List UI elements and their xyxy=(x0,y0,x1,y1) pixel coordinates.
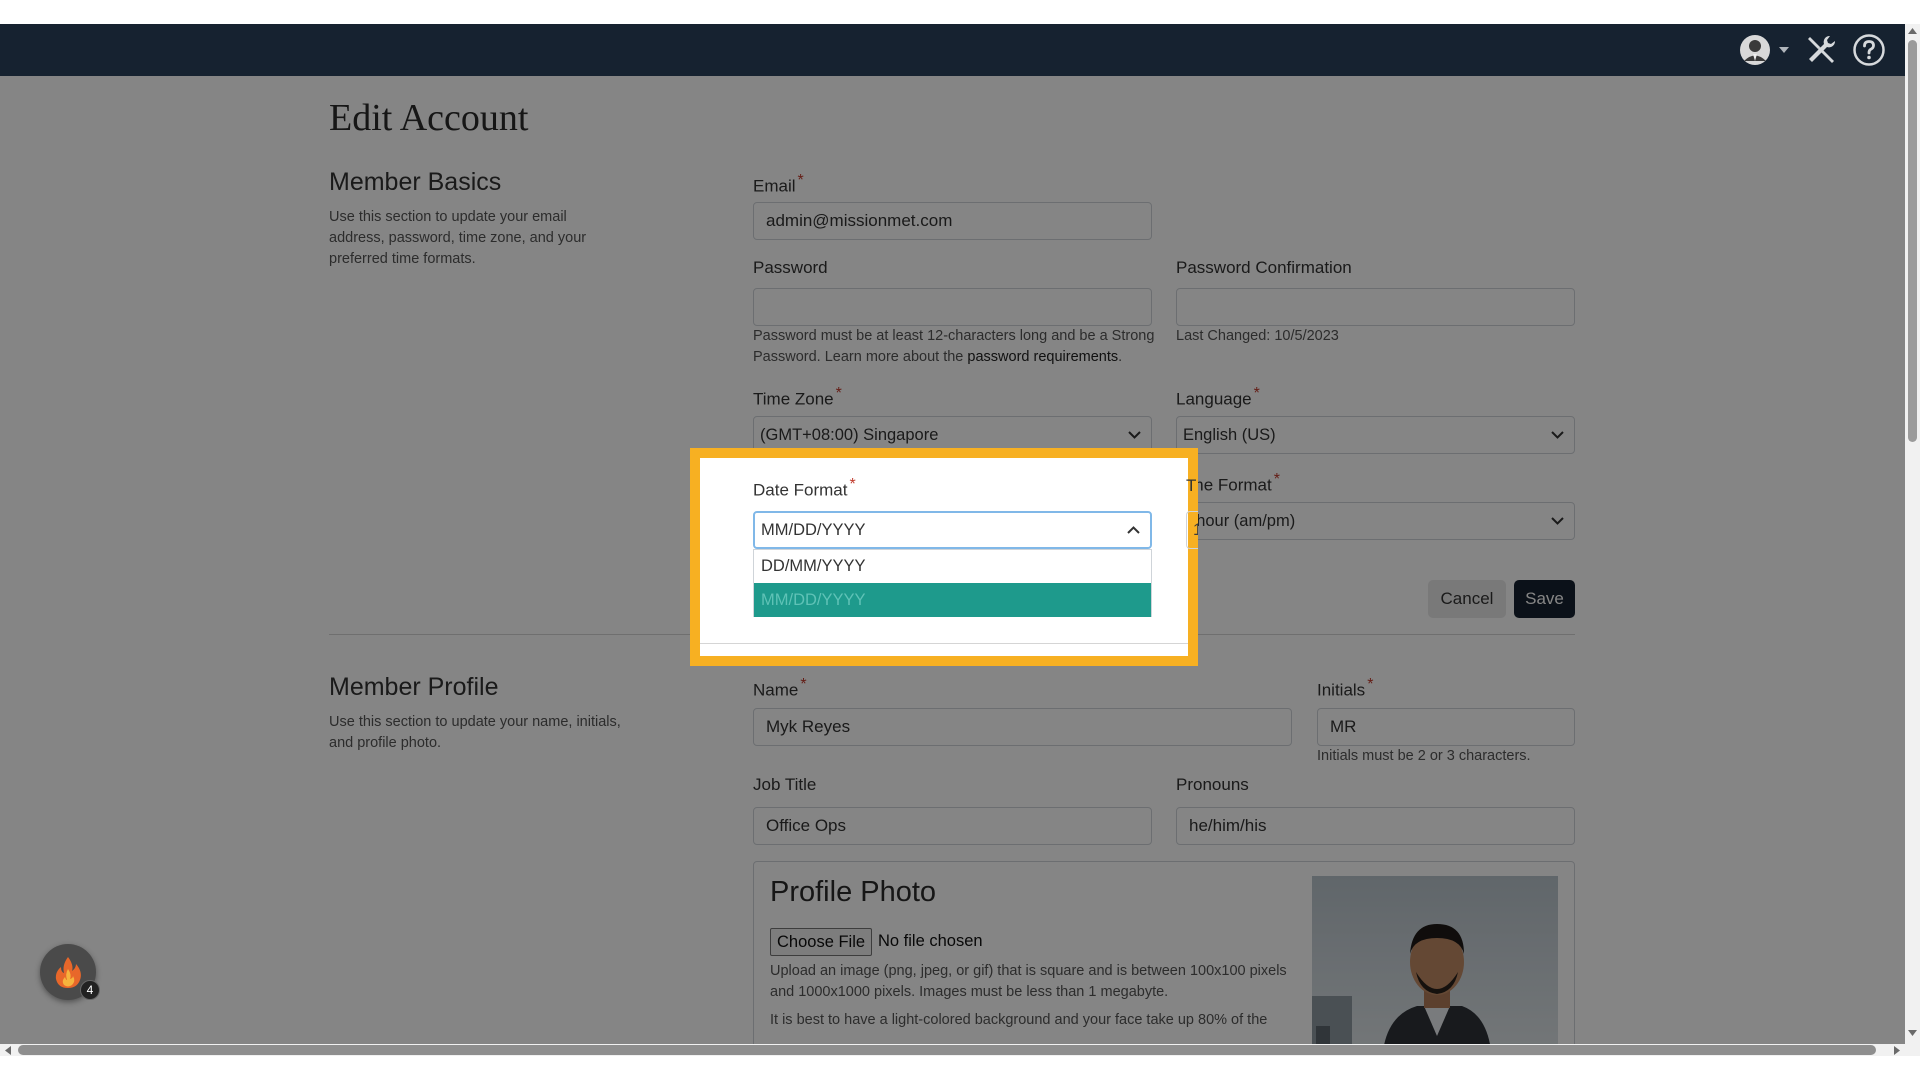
language-value: English (US) xyxy=(1183,425,1276,444)
chevron-down-icon xyxy=(1551,517,1564,525)
time-zone-label: Time Zone * xyxy=(753,385,842,409)
tools-icon[interactable] xyxy=(1802,30,1840,70)
member-basics-heading: Member Basics xyxy=(329,168,502,196)
member-basics-description: Use this section to update your email ad… xyxy=(329,209,587,267)
email-label: Email * xyxy=(753,172,804,196)
initials-field[interactable]: MR xyxy=(1317,708,1575,746)
date-format-label: Date Format * xyxy=(753,476,856,500)
scroll-down-arrow-icon[interactable] xyxy=(1907,1028,1918,1038)
time-zone-value: (GMT+08:00) Singapore xyxy=(760,425,939,444)
email-field[interactable]: admin@missionmet.com xyxy=(753,202,1152,240)
name-label: Name * xyxy=(753,676,807,700)
time-format-label-fragment: T xyxy=(1186,476,1197,495)
password-confirmation-label: Password Confirmation xyxy=(1176,258,1352,277)
language-label: Language * xyxy=(1176,385,1260,409)
chevron-down-icon xyxy=(1128,431,1141,439)
date-format-option-ddmmyyyy[interactable]: DD/MM/YYYY xyxy=(754,550,1151,583)
help-circle-icon[interactable] xyxy=(1849,30,1889,70)
profile-photo xyxy=(1312,876,1558,1044)
password-help: Password must be at least 12-characters … xyxy=(753,328,1155,365)
initials-label: Initials * xyxy=(1317,676,1374,700)
initials-help: Initials must be 2 or 3 characters. xyxy=(1317,748,1531,764)
vertical-scrollbar-thumb[interactable] xyxy=(1908,40,1917,442)
job-title-label: Job Title xyxy=(753,775,817,794)
date-format-dropdown: DD/MM/YYYY MM/DD/YYYY xyxy=(753,549,1152,617)
scroll-left-arrow-icon[interactable] xyxy=(3,1045,13,1055)
chevron-up-icon xyxy=(1127,526,1140,534)
member-profile-description: Use this section to update your name, in… xyxy=(329,714,621,751)
time-format-value: 1hour (am/pm) xyxy=(1183,511,1296,530)
profile-photo-heading: Profile Photo xyxy=(770,876,937,908)
password-requirements-link[interactable]: password requirements xyxy=(967,349,1118,365)
section-divider-fragment xyxy=(700,643,1188,644)
top-navbar xyxy=(0,24,1905,76)
page-title: Edit Account xyxy=(329,97,529,139)
member-profile-heading: Member Profile xyxy=(329,673,499,701)
profile-photo-card: Profile Photo Choose File No file chosen… xyxy=(753,861,1575,1044)
date-format-select[interactable]: MM/DD/YYYY xyxy=(753,511,1152,549)
cancel-button[interactable]: Cancel xyxy=(1428,580,1506,618)
language-select[interactable]: English (US) xyxy=(1176,416,1575,454)
notification-badge: 4 xyxy=(80,980,100,1000)
password-label: Password xyxy=(753,258,828,277)
caret-down-icon[interactable] xyxy=(1777,30,1791,70)
pronouns-label: Pronouns xyxy=(1176,775,1249,794)
scroll-right-arrow-icon[interactable] xyxy=(1892,1045,1902,1055)
horizontal-scrollbar-thumb[interactable] xyxy=(18,1045,1876,1055)
time-format-select-fragment[interactable]: 1 xyxy=(1186,511,1198,549)
date-format-value: MM/DD/YYYY xyxy=(761,520,866,539)
time-format-select[interactable]: 1hour (am/pm) xyxy=(1176,502,1575,540)
date-format-option-mmddyyyy[interactable]: MM/DD/YYYY xyxy=(754,583,1151,617)
password-last-changed: Last Changed: 10/5/2023 xyxy=(1176,328,1339,344)
job-title-field[interactable]: Office Ops xyxy=(753,807,1152,845)
chevron-down-icon xyxy=(1551,431,1564,439)
pronouns-field[interactable]: he/him/his xyxy=(1176,807,1575,845)
choose-file-button[interactable]: Choose File xyxy=(770,928,873,956)
scroll-up-arrow-icon[interactable] xyxy=(1907,26,1918,36)
password-confirmation-field[interactable] xyxy=(1176,288,1575,326)
no-file-chosen-text: No file chosen xyxy=(878,932,983,950)
date-format-highlight: Date Format * T MM/DD/YYYY DD/MM/YYYY MM/… xyxy=(690,448,1198,666)
user-avatar-icon[interactable] xyxy=(1738,30,1772,70)
upload-help: Upload an image (png, jpeg, or gif) that… xyxy=(770,963,1287,1000)
flame-icon xyxy=(55,957,81,988)
photo-tip: It is best to have a light-colored backg… xyxy=(770,1012,1268,1028)
save-button[interactable]: Save xyxy=(1514,580,1575,618)
password-field[interactable] xyxy=(753,288,1152,326)
name-field[interactable]: Myk Reyes xyxy=(753,708,1292,746)
